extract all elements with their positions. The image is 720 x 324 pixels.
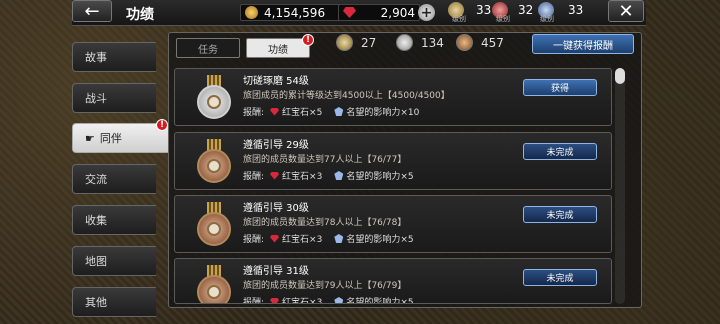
sidebar-item-exchange[interactable]: 交流 bbox=[72, 164, 156, 194]
close-button[interactable]: ✕ bbox=[608, 0, 644, 22]
achievement-medal-icon bbox=[197, 202, 231, 246]
incomplete-button[interactable]: 未完成 bbox=[523, 269, 597, 286]
gold-coin-icon bbox=[245, 6, 258, 19]
achievement-description: 旅团的成员数量达到79人以上【76/79】 bbox=[243, 281, 407, 291]
ruby-icon bbox=[270, 107, 280, 116]
sidebar-item-collection[interactable]: 收集 bbox=[72, 205, 156, 235]
silver-medal-count: 134 bbox=[396, 34, 444, 51]
fame-reward: 名望的影响力×5 bbox=[346, 298, 414, 304]
achievement-title: 遵循引导 30级 bbox=[243, 203, 309, 214]
ruby-reward: 红宝石×5 bbox=[282, 108, 323, 118]
gold-medal-count: 27 bbox=[336, 34, 376, 51]
back-arrow-icon: ← bbox=[84, 0, 100, 22]
sidebar-item-label: 其他 bbox=[85, 296, 107, 309]
medal-count-value: 134 bbox=[421, 35, 444, 50]
achievement-medal-icon bbox=[197, 75, 231, 119]
fame-icon bbox=[334, 297, 344, 303]
incomplete-button[interactable]: 未完成 bbox=[523, 143, 597, 160]
incomplete-button[interactable]: 未完成 bbox=[523, 206, 597, 223]
claim-all-rewards-button[interactable]: 一键获得报酬 bbox=[532, 34, 634, 54]
ruby-icon bbox=[270, 297, 280, 303]
close-icon: ✕ bbox=[618, 0, 634, 22]
list-item: 切磋琢磨 54级 旅团成员的累计等级达到4500以上【4500/4500】 报酬… bbox=[174, 68, 612, 126]
ruby-reward: 红宝石×3 bbox=[282, 172, 323, 182]
scrollbar-thumb[interactable] bbox=[615, 68, 625, 84]
gold-counter: 4,154,596 bbox=[240, 4, 348, 21]
achievement-title: 遵循引导 31级 bbox=[243, 266, 309, 277]
alert-badge: ! bbox=[302, 34, 314, 46]
fame-icon bbox=[334, 107, 344, 116]
gold-amount: 4,154,596 bbox=[264, 5, 326, 20]
silver-medal-icon bbox=[396, 34, 413, 51]
fame-reward: 名望的影响力×5 bbox=[346, 235, 414, 245]
sidebar-item-story[interactable]: 故事 bbox=[72, 42, 156, 72]
rank-value: 32 bbox=[518, 3, 534, 17]
tab-missions[interactable]: 任务 bbox=[176, 38, 240, 58]
achievement-description: 旅团成员的累计等级达到4500以上【4500/4500】 bbox=[243, 91, 450, 101]
alert-badge: ! bbox=[156, 119, 168, 131]
fame-reward: 名望的影响力×5 bbox=[346, 172, 414, 182]
rank-label: 级别 bbox=[452, 15, 466, 23]
reward-label: 报酬: bbox=[243, 235, 265, 245]
sidebar-item-label: 同伴 bbox=[99, 132, 122, 145]
medal-count-value: 27 bbox=[361, 35, 377, 50]
ruby-counter: 2,904 bbox=[338, 4, 420, 21]
reward-line: 报酬: 红宝石×3 名望的影响力×5 bbox=[243, 232, 414, 245]
ruby-icon bbox=[270, 171, 280, 180]
bronze-medal-icon bbox=[456, 34, 473, 51]
achievement-title: 遵循引导 29级 bbox=[243, 140, 309, 151]
reward-line: 报酬: 红宝石×5 名望的影响力×10 bbox=[243, 105, 419, 118]
ruby-reward: 红宝石×3 bbox=[282, 235, 323, 245]
fame-icon bbox=[334, 234, 344, 243]
achievement-medal-icon bbox=[197, 265, 231, 303]
back-button[interactable]: ← bbox=[72, 0, 112, 22]
pointing-hand-icon: ☛ bbox=[85, 131, 95, 145]
list-item: 遵循引导 29级 旅团的成员数量达到77人以上【76/77】 报酬: 红宝石×3… bbox=[174, 132, 612, 190]
gold-medal-icon bbox=[336, 34, 353, 51]
ruby-icon bbox=[270, 234, 280, 243]
sidebar-item-label: 故事 bbox=[85, 51, 107, 64]
sidebar-item-map[interactable]: 地图 bbox=[72, 246, 156, 276]
rank-label: 级别 bbox=[540, 15, 554, 23]
achievement-title: 切磋琢磨 54级 bbox=[243, 76, 309, 87]
achievement-description: 旅团的成员数量达到77人以上【76/77】 bbox=[243, 155, 407, 165]
ruby-icon bbox=[343, 7, 356, 18]
rank-blue: 级别 33 bbox=[538, 2, 584, 23]
sidebar-item-battle[interactable]: 战斗 bbox=[72, 83, 156, 113]
ruby-reward: 红宝石×3 bbox=[282, 298, 323, 304]
list-item: 遵循引导 31级 旅团的成员数量达到79人以上【76/79】 报酬: 红宝石×3… bbox=[174, 258, 612, 304]
scrollbar-track[interactable] bbox=[615, 68, 625, 304]
achievement-medal-icon bbox=[197, 139, 231, 183]
fame-icon bbox=[334, 171, 344, 180]
reward-line: 报酬: 红宝石×3 名望的影响力×5 bbox=[243, 295, 414, 304]
sidebar-item-label: 交流 bbox=[85, 173, 107, 186]
medal-count-value: 457 bbox=[481, 35, 504, 50]
achievement-description: 旅团的成员数量达到78人以上【76/78】 bbox=[243, 218, 407, 228]
fame-reward: 名望的影响力×10 bbox=[346, 108, 420, 118]
reward-label: 报酬: bbox=[243, 172, 265, 182]
page-title: 功绩 bbox=[126, 7, 154, 23]
claim-reward-button[interactable]: 获得 bbox=[523, 79, 597, 96]
rank-value: 33 bbox=[476, 3, 492, 17]
sidebar-item-label: 战斗 bbox=[85, 92, 107, 105]
reward-label: 报酬: bbox=[243, 108, 265, 118]
sidebar-item-companion[interactable]: ☛ 同伴 bbox=[72, 123, 168, 153]
reward-label: 报酬: bbox=[243, 298, 265, 304]
bronze-medal-count: 457 bbox=[456, 34, 504, 51]
tab-achievements[interactable]: 功绩 bbox=[246, 38, 310, 58]
sidebar-item-other[interactable]: 其他 bbox=[72, 287, 156, 317]
rank-gold: 级别 33 bbox=[448, 2, 492, 23]
list-item: 遵循引导 30级 旅团的成员数量达到78人以上【76/78】 报酬: 红宝石×3… bbox=[174, 195, 612, 253]
sidebar-item-label: 地图 bbox=[85, 255, 107, 268]
add-rubies-button[interactable]: + bbox=[418, 4, 435, 21]
ruby-amount: 2,904 bbox=[380, 5, 415, 20]
sidebar-item-label: 收集 bbox=[85, 214, 107, 227]
rank-label: 级别 bbox=[496, 15, 510, 23]
reward-line: 报酬: 红宝石×3 名望的影响力×5 bbox=[243, 169, 414, 182]
rank-red: 级别 32 bbox=[492, 2, 534, 23]
rank-value: 33 bbox=[568, 3, 584, 17]
